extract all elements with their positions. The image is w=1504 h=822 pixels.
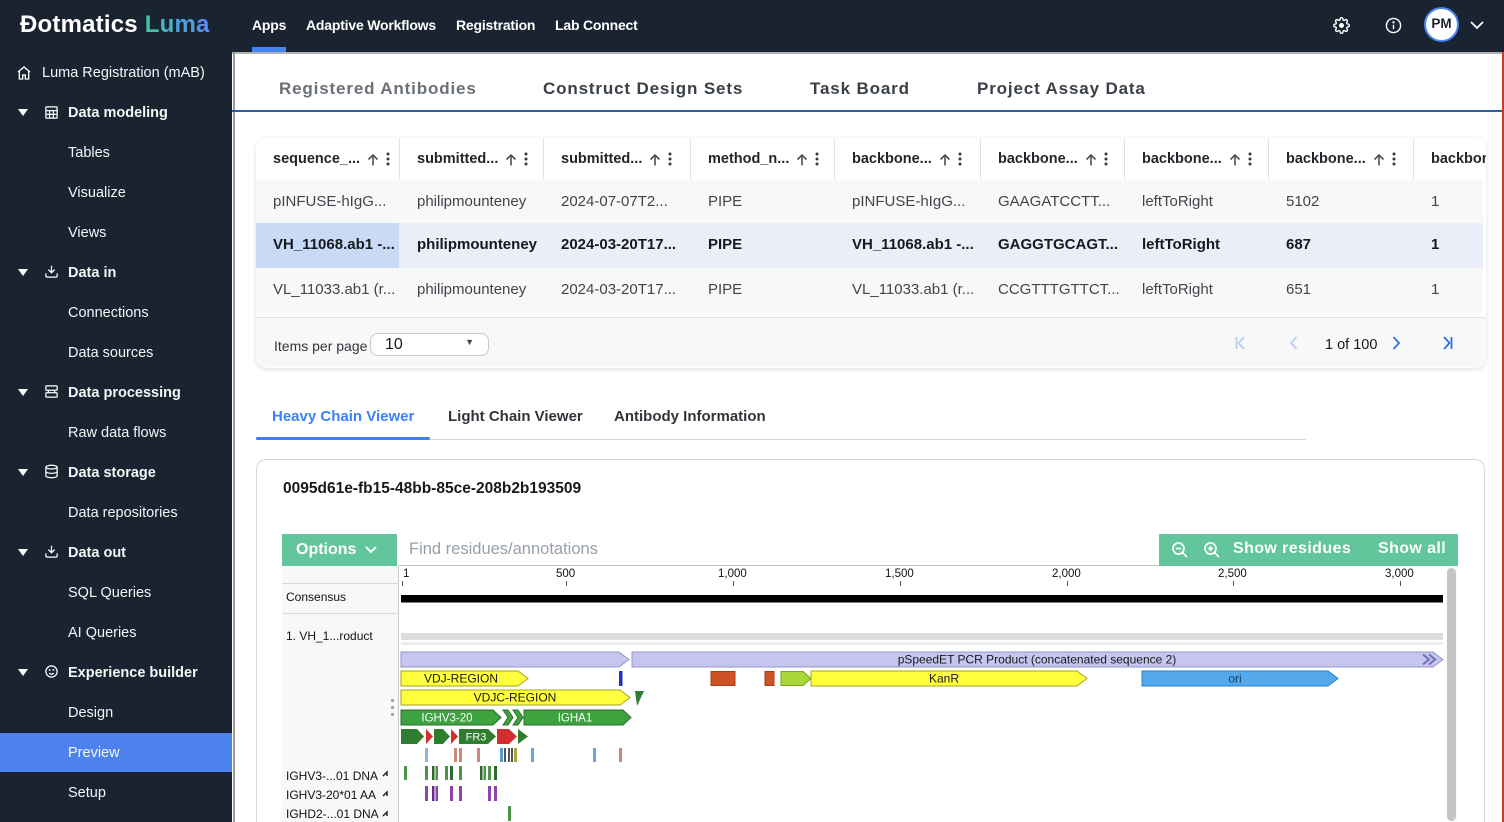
svg-text:pSpeedET PCR Product (concaten: pSpeedET PCR Product (concatenated seque…: [898, 653, 1177, 667]
svg-text:IGHA1: IGHA1: [558, 713, 593, 725]
svg-text:KanR: KanR: [929, 672, 959, 686]
svg-text:VDJ-REGION: VDJ-REGION: [424, 672, 498, 686]
svg-text:IGHV3-20: IGHV3-20: [421, 713, 472, 725]
svg-text:ori: ori: [1228, 672, 1241, 686]
svg-text:FR3: FR3: [466, 732, 487, 744]
svg-text:VDJC-REGION: VDJC-REGION: [474, 691, 557, 705]
